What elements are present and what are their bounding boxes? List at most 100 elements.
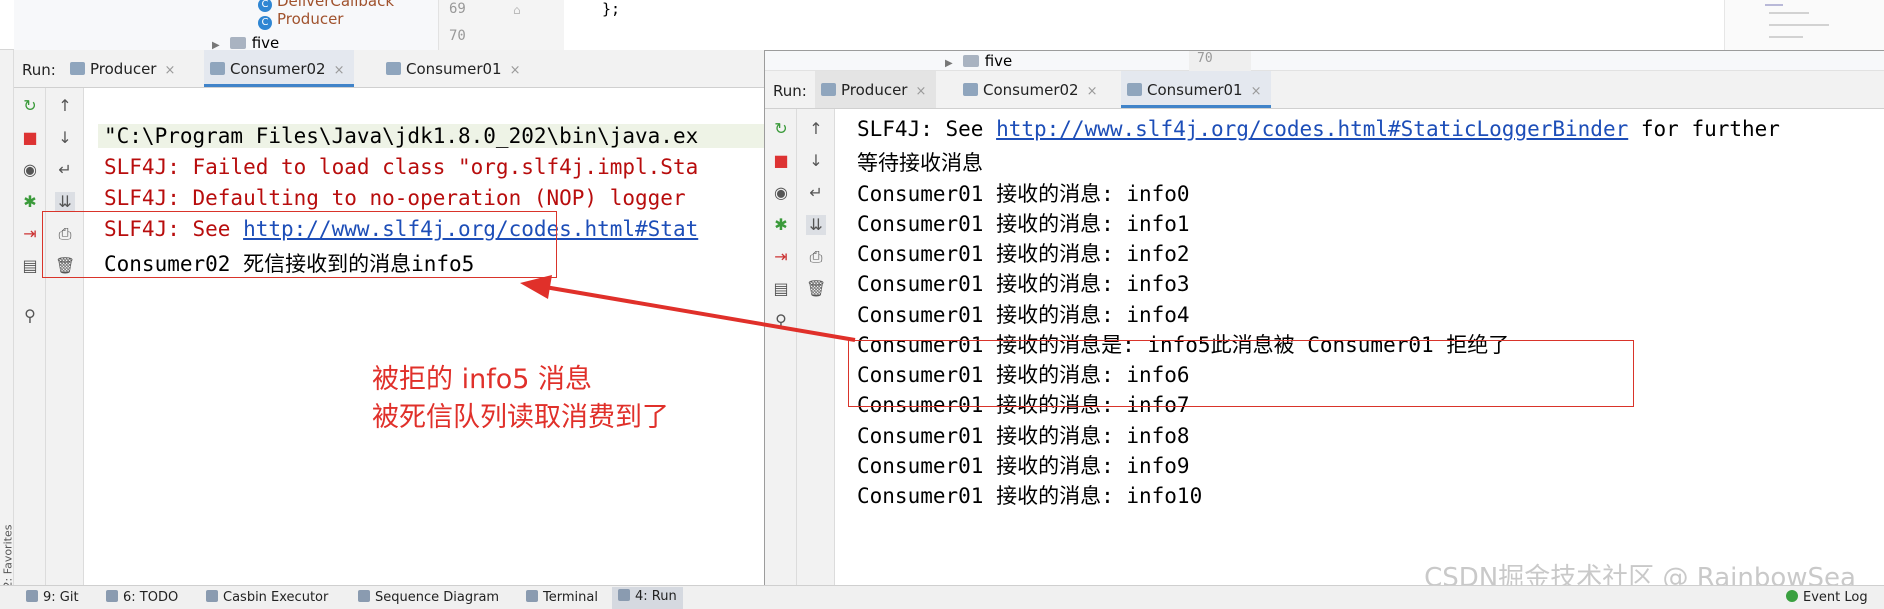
stop-icon[interactable]: ■ (771, 151, 791, 171)
annotation-text-line2: 被死信队列读取消费到了 (372, 402, 669, 433)
tool-sequence-diagram[interactable]: Sequence Diagram (358, 590, 499, 605)
run-config-icon (1127, 83, 1142, 96)
minimap-line (1769, 36, 1803, 38)
run-toolbar-primary: ↻ ■ ◉ ✱ ⇥ ▤ ⚲ (14, 88, 46, 585)
folder-icon (229, 37, 246, 49)
run-config-icon (963, 83, 978, 96)
run-config-icon (821, 83, 836, 96)
run-icon (618, 589, 630, 601)
line-number-gutter: 69 70 ⌂ (438, 0, 564, 50)
slf4j-link[interactable]: http://www.slf4j.org/codes.html#StaticLo… (996, 117, 1628, 141)
highlight-box-rejected (848, 340, 1634, 407)
soft-wrap-icon[interactable]: ↵ (806, 183, 826, 203)
camera-icon[interactable]: ◉ (20, 160, 40, 180)
tab-consumer01[interactable]: Consumer01 × (380, 50, 530, 87)
console-line-message: Consumer01 接收的消息: info2 (857, 242, 1190, 266)
tool-event-log[interactable]: Event Log (1786, 590, 1868, 605)
close-icon[interactable]: × (510, 63, 521, 78)
highlight-box-deadletter (42, 211, 557, 278)
project-tree: C DeliverCallback C Producer ▶ five (14, 0, 438, 52)
close-icon[interactable]: × (1251, 84, 1262, 99)
up-arrow-icon[interactable]: ↑ (55, 96, 75, 116)
tool-casbin[interactable]: Casbin Executor (206, 590, 328, 605)
todo-icon (106, 590, 118, 602)
chevron-right-icon[interactable]: ▶ (945, 58, 953, 69)
left-tool-strip: 2: Favorites (0, 50, 14, 588)
console-output-consumer02[interactable]: "C:\Program Files\Java\jdk1.8.0_202\bin\… (84, 88, 764, 585)
sequence-diagram-icon (358, 590, 370, 602)
class-icon: C (258, 16, 272, 30)
event-log-icon (1786, 590, 1798, 602)
tool-run[interactable]: 4: Run (612, 587, 683, 609)
console-line-message: Consumer01 接收的消息: info8 (857, 424, 1190, 448)
code-editor[interactable]: }; (564, 0, 1724, 50)
console-line-message: Consumer01 接收的消息: info1 (857, 212, 1190, 236)
bottom-tool-bar: 9: Git 6: TODO Casbin Executor Sequence … (0, 585, 1884, 609)
debug-icon[interactable]: ✱ (20, 192, 40, 212)
trash-icon[interactable]: 🗑 (806, 279, 826, 299)
run-config-icon (386, 62, 401, 75)
tab-consumer02[interactable]: Consumer02 × (957, 71, 1107, 108)
line-number: 69 (449, 1, 466, 17)
run-panel-consumer02: Run: Producer × Consumer02 × Consumer01 × ↻… (14, 50, 764, 585)
tool-todo[interactable]: 6: TODO (106, 590, 178, 605)
tab-consumer01[interactable]: Consumer01 × (1121, 71, 1272, 108)
tool-terminal[interactable]: Terminal (526, 590, 598, 605)
console-line-message: Consumer01 接收的消息: info3 (857, 272, 1190, 296)
debug-icon[interactable]: ✱ (771, 215, 791, 235)
favorites-tab[interactable]: 2: Favorites (1, 525, 14, 589)
down-arrow-icon[interactable]: ↓ (55, 128, 75, 148)
tree-item-producer[interactable]: C Producer (258, 10, 343, 30)
console-line-waiting: 等待接收消息 (857, 151, 983, 175)
rerun-icon[interactable]: ↻ (771, 119, 791, 139)
git-icon (26, 590, 38, 602)
console-line-message: Consumer01 接收的消息: info4 (857, 303, 1190, 327)
scroll-to-end-icon[interactable]: ⇊ (806, 215, 826, 235)
camera-icon[interactable]: ◉ (771, 183, 791, 203)
soft-wrap-icon[interactable]: ↵ (55, 160, 75, 180)
annotation-text-line1: 被拒的 info5 消息 (372, 364, 592, 395)
run-toolbar-secondary: ↑ ↓ ↵ ⇊ ⎙ 🗑 (46, 88, 84, 585)
tree-item-five[interactable]: ▶ five (945, 52, 1012, 70)
pin-icon[interactable]: ⚲ (20, 306, 40, 326)
exit-icon[interactable]: ⇥ (20, 224, 40, 244)
tool-git[interactable]: 9: Git (26, 590, 79, 605)
minimap-line (1769, 12, 1809, 14)
line-number: 70 (449, 28, 466, 44)
casbin-icon (206, 590, 218, 602)
run-panel-consumer01: ▶ five 70 Run: Producer × Consumer02 × Cons… (764, 50, 1884, 586)
tab-consumer02[interactable]: Consumer02 × (204, 50, 355, 87)
layout-icon[interactable]: ▤ (771, 279, 791, 299)
code-line: }; (602, 0, 621, 18)
line-number: 70 (1189, 51, 1251, 71)
close-icon[interactable]: × (334, 63, 345, 78)
terminal-icon (526, 590, 538, 602)
stop-icon[interactable]: ■ (20, 128, 40, 148)
console-line-message: Consumer01 接收的消息: info0 (857, 182, 1190, 206)
exit-icon[interactable]: ⇥ (771, 247, 791, 267)
run-toolbar-secondary: ↑ ↓ ↵ ⇊ ⎙ 🗑 (797, 109, 835, 586)
layout-icon[interactable]: ▤ (20, 256, 40, 276)
console-line-message: Consumer01 接收的消息: info9 (857, 454, 1190, 478)
close-icon[interactable]: × (164, 63, 175, 78)
close-icon[interactable]: × (915, 84, 926, 99)
close-icon[interactable]: × (1087, 84, 1098, 99)
tab-producer[interactable]: Producer × (64, 50, 185, 87)
editor-strip: C DeliverCallback C Producer ▶ five 69 70 ⌂… (0, 0, 1884, 52)
scroll-to-end-icon[interactable]: ⇊ (55, 192, 75, 212)
print-icon[interactable]: ⎙ (806, 247, 826, 267)
folder-icon (962, 55, 979, 67)
minimap-line (1765, 4, 1783, 6)
run-tab-bar: Run: Producer × Consumer02 × Consumer01 × (765, 71, 1884, 109)
up-arrow-icon[interactable]: ↑ (806, 119, 826, 139)
console-line-error: SLF4J: Failed to load class "org.slf4j.i… (104, 155, 699, 179)
rerun-icon[interactable]: ↻ (20, 96, 40, 116)
tab-producer[interactable]: Producer × (815, 71, 937, 108)
down-arrow-icon[interactable]: ↓ (806, 151, 826, 171)
pin-icon[interactable]: ⚲ (771, 311, 791, 331)
run-tab-bar: Run: Producer × Consumer02 × Consumer01 × (14, 50, 764, 88)
console-line-error: SLF4J: Defaulting to no-operation (NOP) … (104, 186, 686, 210)
minimap-line (1769, 24, 1829, 26)
fold-icon[interactable]: ⌂ (513, 3, 521, 17)
project-tree-fragment: ▶ five 70 (765, 51, 1884, 71)
